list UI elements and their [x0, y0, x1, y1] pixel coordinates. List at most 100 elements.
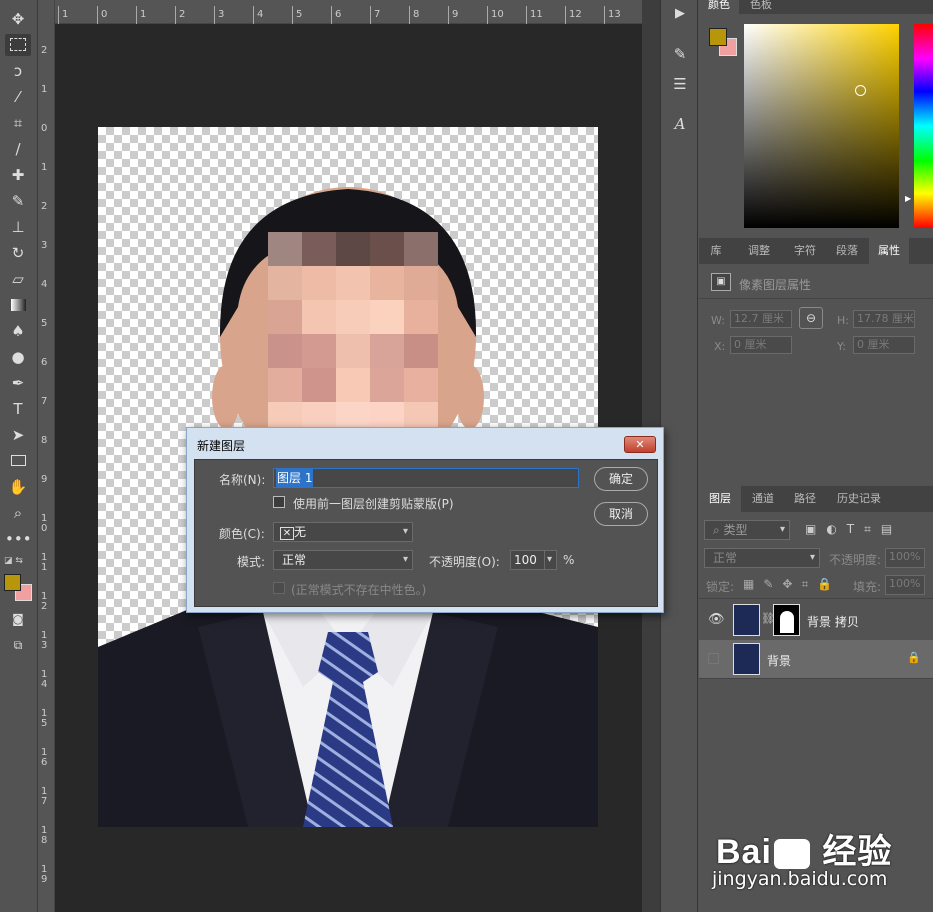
pen-tool-icon[interactable]: ✒ — [5, 372, 31, 394]
layer-row[interactable]: 背景 🔒 — [699, 640, 933, 678]
y-field[interactable]: 0 厘米 — [853, 336, 915, 354]
ok-button[interactable]: 确定 — [594, 467, 648, 491]
opacity-field[interactable]: 100% — [885, 548, 925, 568]
layer-filter-select[interactable]: ⌕ 类型 ▾ — [704, 520, 790, 540]
tab-channels[interactable]: 通道 — [743, 486, 783, 512]
collapse-arrow-icon[interactable]: ▶ — [667, 2, 693, 26]
lock-label: 锁定: — [706, 580, 735, 594]
color-select[interactable]: ✕ 无 ▾ — [273, 522, 413, 542]
lasso-tool-icon[interactable]: ↄ — [5, 60, 31, 82]
percent-label: % — [563, 553, 575, 567]
type-tool-icon[interactable]: T — [5, 398, 31, 420]
opacity-input[interactable]: 100 ▾ — [510, 550, 557, 570]
tab-color[interactable]: 颜色 — [699, 0, 739, 14]
link-dimensions-icon[interactable]: ⊖ — [799, 307, 823, 329]
neutral-checkbox — [273, 582, 285, 594]
path-selection-tool-icon[interactable]: ➤ — [5, 424, 31, 446]
layer-row[interactable]: 👁 ⛓ 背景 拷贝 — [699, 601, 933, 639]
layer-name[interactable]: 背景 — [767, 652, 791, 669]
eraser-tool-icon[interactable]: ▱ — [5, 268, 31, 290]
right-panels: 颜色 色板 ▶ 库 调整 字符 段落 属性 ▣ 像素图层属性 W: 12.7 厘… — [699, 0, 933, 912]
ruler-tick-label: 1 5 — [41, 708, 48, 729]
color-picker-field[interactable] — [744, 24, 899, 228]
chevron-down-icon: ▾ — [402, 554, 408, 565]
layer-name[interactable]: 背景 拷贝 — [807, 613, 859, 630]
tab-history[interactable]: 历史记录 — [827, 486, 891, 512]
no-color-icon: ✕ — [280, 527, 294, 540]
cancel-button[interactable]: 取消 — [594, 502, 648, 526]
brush-settings-icon[interactable]: ✎ — [667, 42, 693, 66]
dodge-tool-icon[interactable]: ● — [5, 346, 31, 368]
chevron-down-icon[interactable]: ▾ — [543, 551, 552, 569]
zoom-tool-icon[interactable]: ⌕ — [5, 502, 31, 524]
color-picker-cursor[interactable] — [855, 85, 866, 96]
lock-icons[interactable]: ▦✎✥⌗🔒 — [743, 577, 841, 592]
ruler-tick-label: 9 — [41, 474, 48, 485]
close-button[interactable]: ✕ — [624, 436, 656, 453]
x-field[interactable]: 0 厘米 — [730, 336, 792, 354]
default-colors-icon[interactable]: ◪ ⇆ — [4, 556, 23, 566]
crop-tool-icon[interactable]: ⌗ — [5, 112, 31, 134]
hand-tool-icon[interactable]: ✋ — [5, 476, 31, 498]
marquee-tool-icon[interactable] — [5, 34, 31, 56]
ruler-tick-label: 5 — [296, 9, 303, 20]
w-field[interactable]: 12.7 厘米 — [730, 310, 792, 328]
h-label: H: — [837, 314, 849, 327]
rectangle-tool-icon[interactable] — [5, 450, 31, 472]
tools-panel: ✥ ↄ ⁄ ⌗ ∕ ✚ ✎ ⊥ ↻ ▱ ♠ ● ✒ T ➤ ✋ ⌕ ••• ◪ … — [0, 0, 38, 912]
magic-wand-tool-icon[interactable]: ⁄ — [5, 86, 31, 108]
hue-slider[interactable] — [914, 24, 933, 228]
blur-tool-icon[interactable]: ♠ — [5, 320, 31, 342]
tab-swatches[interactable]: 色板 — [741, 0, 781, 14]
h-field[interactable]: 17.78 厘米 — [853, 310, 915, 328]
fill-field[interactable]: 100% — [885, 575, 925, 595]
divider — [699, 298, 933, 299]
screen-mode-icon[interactable]: ⧉ — [5, 634, 31, 656]
pixel-layer-icon: ▣ — [711, 273, 731, 291]
ruler-tick-label: 1 — [41, 84, 48, 95]
layer-filter-icons[interactable]: ▣◐T⌗▤ — [805, 522, 902, 537]
tab-character[interactable]: 字符 — [785, 238, 825, 264]
filter-label: 类型 — [723, 523, 748, 537]
tab-layers[interactable]: 图层 — [699, 486, 741, 512]
glyphs-icon[interactable]: A — [667, 112, 693, 136]
ruler-tick-label: 0 — [41, 123, 48, 134]
name-label: 名称(N): — [219, 473, 266, 487]
panel-foreground-swatch[interactable] — [709, 28, 727, 46]
tab-paragraph[interactable]: 段落 — [827, 238, 867, 264]
tab-adjustments[interactable]: 调整 — [735, 238, 783, 264]
ruler-tick-label: 1 2 — [41, 591, 48, 612]
name-input[interactable]: 图层 1 — [273, 468, 579, 488]
history-brush-tool-icon[interactable]: ↻ — [5, 242, 31, 264]
healing-brush-tool-icon[interactable]: ✚ — [5, 164, 31, 186]
tab-paths[interactable]: 路径 — [785, 486, 825, 512]
layer-mask-thumbnail[interactable] — [773, 604, 800, 636]
more-tools-icon[interactable]: ••• — [5, 528, 32, 550]
w-label: W: — [711, 314, 725, 327]
mode-label: 模式: — [237, 555, 266, 569]
blend-mode-select[interactable]: 正常 ▾ — [704, 548, 820, 568]
clip-checkbox[interactable] — [273, 496, 285, 508]
hue-slider-pointer-icon[interactable]: ▶ — [905, 194, 911, 203]
baidu-url: jingyan.baidu.com — [712, 868, 888, 890]
clone-stamp-tool-icon[interactable]: ⊥ — [5, 216, 31, 238]
new-layer-dialog: 新建图层 ✕ 名称(N): 图层 1 使用前一图层创建剪贴蒙版(P) 颜色(C)… — [186, 427, 664, 613]
quick-mask-icon[interactable]: ◙ — [5, 608, 31, 630]
brush-tool-icon[interactable]: ✎ — [5, 190, 31, 212]
gradient-tool-icon[interactable] — [5, 294, 31, 316]
eyedropper-tool-icon[interactable]: ∕ — [5, 138, 31, 160]
properties-panel-tabs: 库 调整 字符 段落 属性 — [699, 238, 933, 264]
visibility-toggle[interactable] — [708, 653, 719, 664]
ruler-tick-label: 1 8 — [41, 825, 48, 846]
baidu-watermark: Bai 经验 jingyan.baidu.com — [712, 808, 932, 898]
mode-select[interactable]: 正常 ▾ — [273, 550, 413, 570]
adjustments-sliders-icon[interactable]: ☰ — [667, 72, 693, 96]
ruler-tick-label: 6 — [41, 357, 48, 368]
tab-properties[interactable]: 属性 — [869, 238, 909, 264]
horizontal-ruler: 1 0 1 2 3 4 5 6 7 8 9 10 11 12 13 — [55, 0, 660, 24]
eye-icon[interactable]: 👁 — [708, 612, 725, 627]
tab-libraries[interactable]: 库 — [699, 238, 733, 264]
foreground-color-swatch[interactable] — [4, 574, 21, 591]
move-tool-icon[interactable]: ✥ — [5, 8, 31, 30]
ruler-tick-label: 1 9 — [41, 864, 48, 885]
